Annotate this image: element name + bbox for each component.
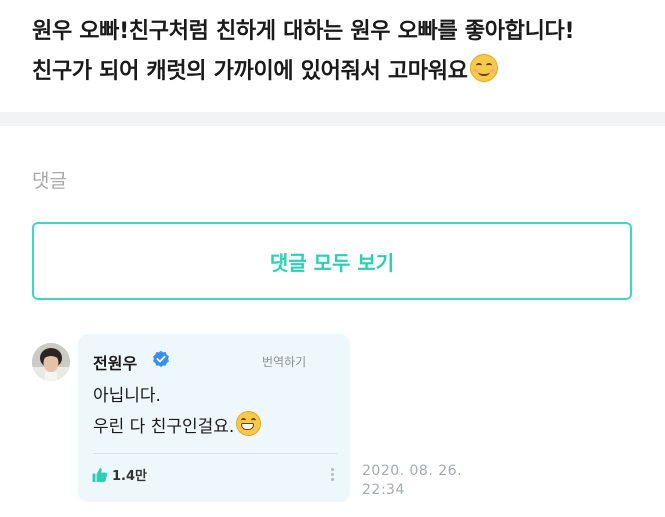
comments-title: 댓글 — [32, 170, 67, 192]
like-count: 1.4만 — [112, 469, 147, 484]
section-divider — [0, 112, 665, 126]
avatar[interactable] — [32, 343, 70, 381]
post-text-line-2: 친구가 되어 캐럿의 가까이에 있어줘서 고마워요 — [32, 52, 652, 92]
smiling-face-emoji-icon — [469, 54, 498, 82]
avatar-photo — [32, 343, 70, 381]
comment-body: 아닙니다. 우린 다 친구인걸요. — [93, 382, 338, 442]
comment-line-1: 아닙니다. — [93, 386, 161, 406]
comment-line-2-text: 우린 다 친구인걸요. — [93, 417, 235, 437]
view-all-comments-button[interactable]: 댓글 모두 보기 — [32, 222, 632, 300]
comment-time: 22:34 — [362, 482, 405, 498]
comment-date: 2020. 08. 26. — [362, 463, 463, 479]
comment-bubble: 전원우 번역하기 아닙니다. 우린 다 친구인걸요. 1.4만 — [78, 334, 350, 502]
comment-divider — [93, 453, 337, 454]
thumbs-up-icon — [92, 467, 108, 482]
post-text-line-1: 원우 오빠!친구처럼 친하게 대하는 원우 오빠를 좋아합니다! — [32, 19, 575, 44]
comment-timestamp: 2020. 08. 26. 22:34 — [362, 462, 482, 500]
more-vertical-icon[interactable] — [328, 466, 336, 482]
post-text: 원우 오빠!친구처럼 친하게 대하는 원우 오빠를 좋아합니다! 친구가 되어 … — [32, 12, 652, 92]
like-button[interactable]: 1.4만 — [92, 465, 147, 484]
comment-line-2: 우린 다 친구인걸요. — [93, 411, 338, 442]
grinning-face-emoji-icon — [236, 411, 262, 436]
comment-author[interactable]: 전원우 — [93, 350, 137, 374]
post-text-line-2-text: 친구가 되어 캐럿의 가까이에 있어줘서 고마워요 — [32, 59, 468, 84]
verified-badge-icon — [153, 350, 169, 368]
translate-button[interactable]: 번역하기 — [262, 353, 306, 370]
